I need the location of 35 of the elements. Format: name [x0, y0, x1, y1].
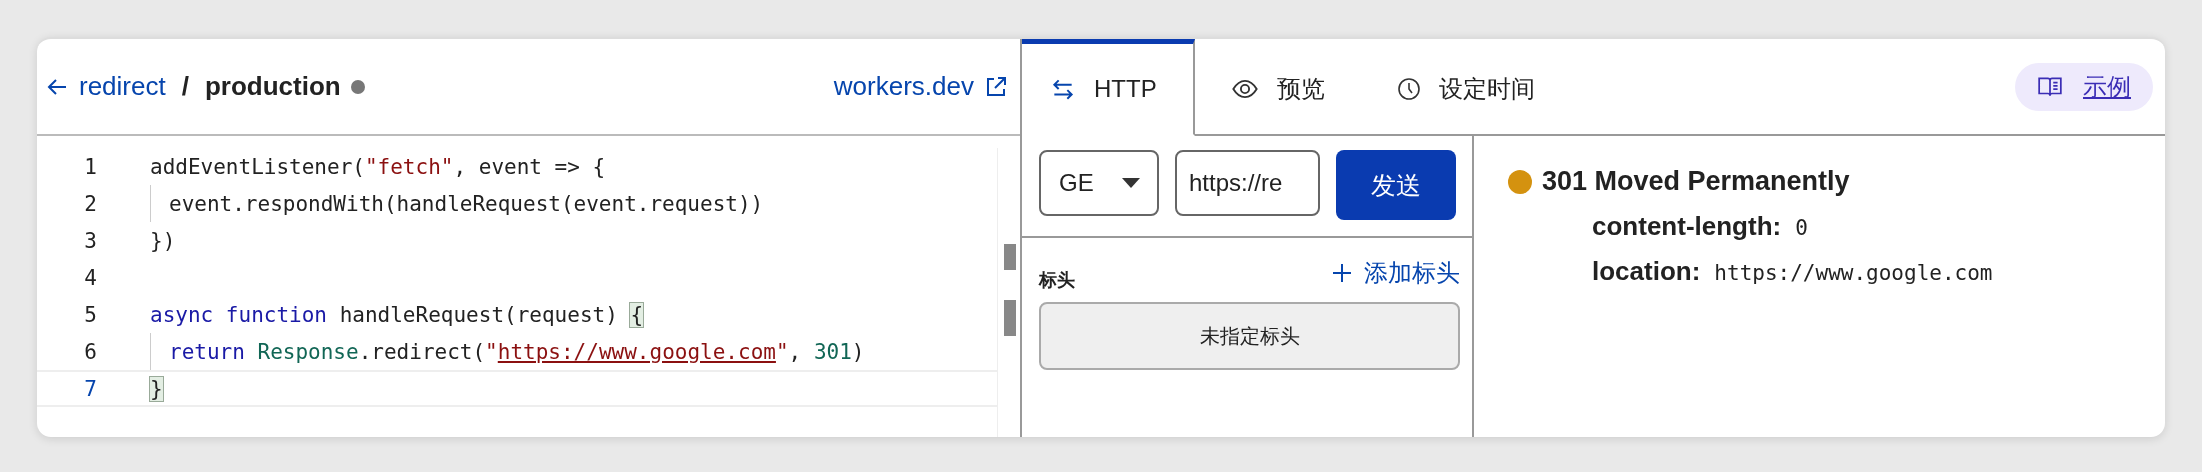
- header-value: https://www.google.com: [1714, 261, 1993, 285]
- code-line: return Response.redirect("https://www.google.com", 301): [150, 333, 865, 370]
- tab[interactable]: HTTP: [1022, 39, 1195, 136]
- line-number: 6: [83, 339, 98, 364]
- external-link-icon: [984, 74, 1008, 99]
- header-name: content-length:: [1592, 211, 1782, 242]
- environment-name: production: [204, 71, 341, 102]
- code-line: event.respondWith(handleRequest(event.request)): [150, 185, 764, 222]
- plus-icon: [1332, 263, 1352, 283]
- send-button[interactable]: 发送: [1336, 150, 1456, 220]
- workers-link[interactable]: workers.dev: [833, 71, 974, 102]
- code-line: addEventListener("fetch", event => {: [150, 154, 606, 179]
- no-headers-box: 未指定标头: [1039, 302, 1460, 370]
- add-header-button[interactable]: 添加标头: [1332, 257, 1460, 289]
- line-number: 7: [83, 376, 98, 401]
- examples-button[interactable]: 示例: [2015, 62, 2153, 111]
- back-link[interactable]: redirect: [45, 71, 166, 102]
- line-number: 2: [83, 191, 98, 216]
- line-number: 5: [83, 302, 98, 327]
- status-dot: [1508, 169, 1532, 194]
- code-line: }): [150, 228, 176, 253]
- code-line: async function handleRequest(request) {: [150, 302, 644, 327]
- url-field[interactable]: https://re: [1175, 150, 1320, 216]
- status-dot: [350, 79, 365, 94]
- headers-label: 标头: [1039, 269, 1075, 292]
- line-number: 4: [83, 265, 98, 290]
- caret-icon: [1121, 177, 1141, 189]
- line-number: 3: [83, 228, 98, 253]
- breadcrumb-separator: /: [181, 71, 189, 102]
- response-status: 301 Moved Permanently: [1542, 166, 1850, 197]
- method-select[interactable]: GE: [1039, 150, 1159, 216]
- clock-icon: [1396, 77, 1421, 101]
- header-name: location:: [1592, 256, 1701, 287]
- header-value: 0: [1795, 216, 1808, 240]
- line-number: 1: [83, 154, 98, 179]
